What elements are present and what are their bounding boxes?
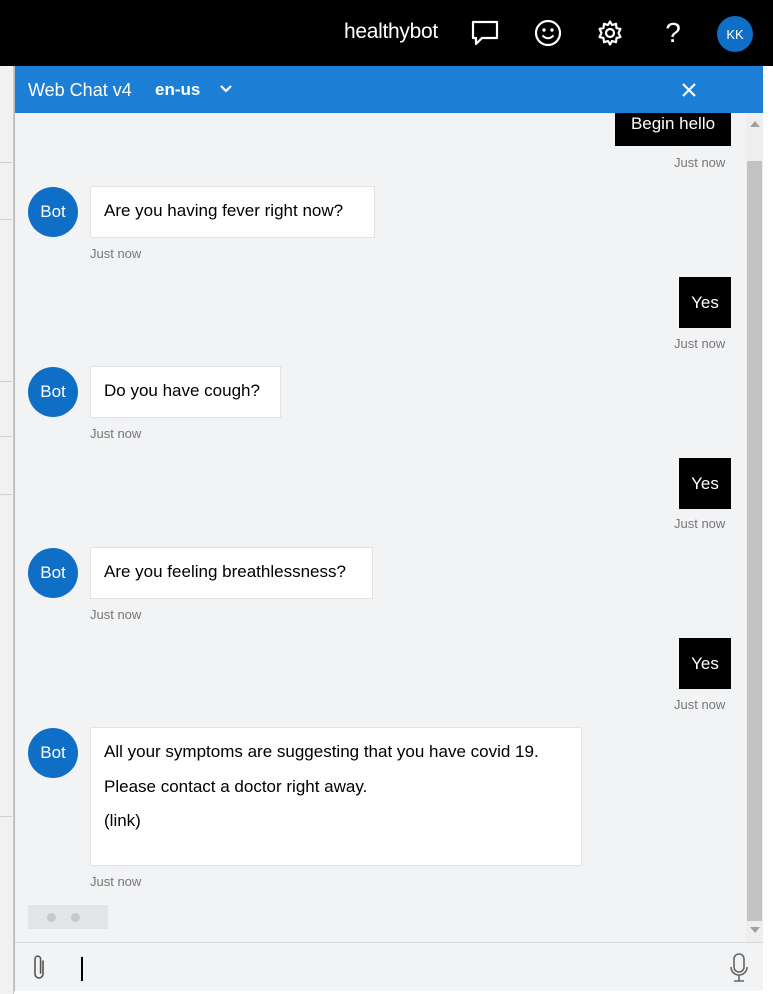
paperclip-icon[interactable] xyxy=(28,953,50,983)
bot-message: Are you feeling breathlessness? xyxy=(90,547,373,599)
app-brand: healthybot xyxy=(344,20,438,43)
chat-title: Web Chat v4 xyxy=(28,80,132,100)
typing-dot xyxy=(71,913,80,922)
message-timestamp: Just now xyxy=(674,336,726,351)
divider xyxy=(0,436,12,437)
bot-avatar: Bot xyxy=(28,548,78,598)
message-input[interactable] xyxy=(75,949,715,985)
close-icon[interactable] xyxy=(680,81,698,99)
message-timestamp: Just now xyxy=(674,155,726,170)
bot-message: All your symptoms are suggesting that yo… xyxy=(90,727,582,866)
user-message: Yes xyxy=(679,638,731,689)
user-message: Yes xyxy=(679,277,731,328)
message-timestamp: Just now xyxy=(90,607,142,622)
gear-icon[interactable] xyxy=(595,18,625,48)
background-page-strip xyxy=(0,66,14,994)
bot-message-text: Do you have cough? xyxy=(104,381,260,400)
bot-message: Are you having fever right now? xyxy=(90,186,375,238)
chevron-down-icon[interactable] xyxy=(218,81,234,97)
message-timestamp: Just now xyxy=(90,874,142,889)
smiley-icon[interactable] xyxy=(533,18,563,48)
bot-message-text: Are you having fever right now? xyxy=(104,201,344,220)
chat-transcript[interactable]: Begin hello Just now Bot Are you having … xyxy=(15,113,746,942)
divider xyxy=(0,219,12,220)
bot-message-text: Are you feeling breathlessness? xyxy=(104,562,346,581)
divider xyxy=(0,816,12,817)
bot-message-link[interactable]: (link) xyxy=(104,812,568,831)
help-icon[interactable]: ? xyxy=(658,17,688,48)
chat-icon[interactable] xyxy=(470,18,500,48)
divider xyxy=(0,381,12,382)
message-timestamp: Just now xyxy=(674,516,726,531)
bot-avatar: Bot xyxy=(28,367,78,417)
send-box xyxy=(15,942,764,991)
divider xyxy=(0,162,12,163)
language-selector[interactable]: en-us xyxy=(155,80,200,100)
top-app-bar: healthybot ? KK xyxy=(0,0,773,66)
user-message: Yes xyxy=(679,458,731,509)
web-chat-window: Web Chat v4 en-us Begin hello Just now B… xyxy=(14,66,764,991)
bot-avatar: Bot xyxy=(28,728,78,778)
user-avatar[interactable]: KK xyxy=(717,16,753,52)
microphone-icon[interactable] xyxy=(728,952,750,984)
divider xyxy=(0,494,12,495)
bot-message-text: Please contact a doctor right away. xyxy=(104,776,368,796)
window-edge xyxy=(763,66,773,994)
message-timestamp: Just now xyxy=(90,426,142,441)
text-caret xyxy=(81,957,83,981)
message-timestamp: Just now xyxy=(90,246,142,261)
user-message: Begin hello xyxy=(615,113,731,146)
transcript-scrollbar[interactable] xyxy=(746,113,764,942)
bot-message: Do you have cough? xyxy=(90,366,281,418)
bot-message-text: All your symptoms are suggesting that yo… xyxy=(104,742,539,761)
scroll-up-icon[interactable] xyxy=(750,121,760,127)
bot-avatar: Bot xyxy=(28,187,78,237)
message-timestamp: Just now xyxy=(674,697,726,712)
typing-dot xyxy=(47,913,56,922)
scrollbar-thumb[interactable] xyxy=(747,161,762,921)
typing-indicator xyxy=(28,905,108,929)
scroll-down-icon[interactable] xyxy=(750,927,760,933)
chat-header: Web Chat v4 en-us xyxy=(15,66,764,113)
